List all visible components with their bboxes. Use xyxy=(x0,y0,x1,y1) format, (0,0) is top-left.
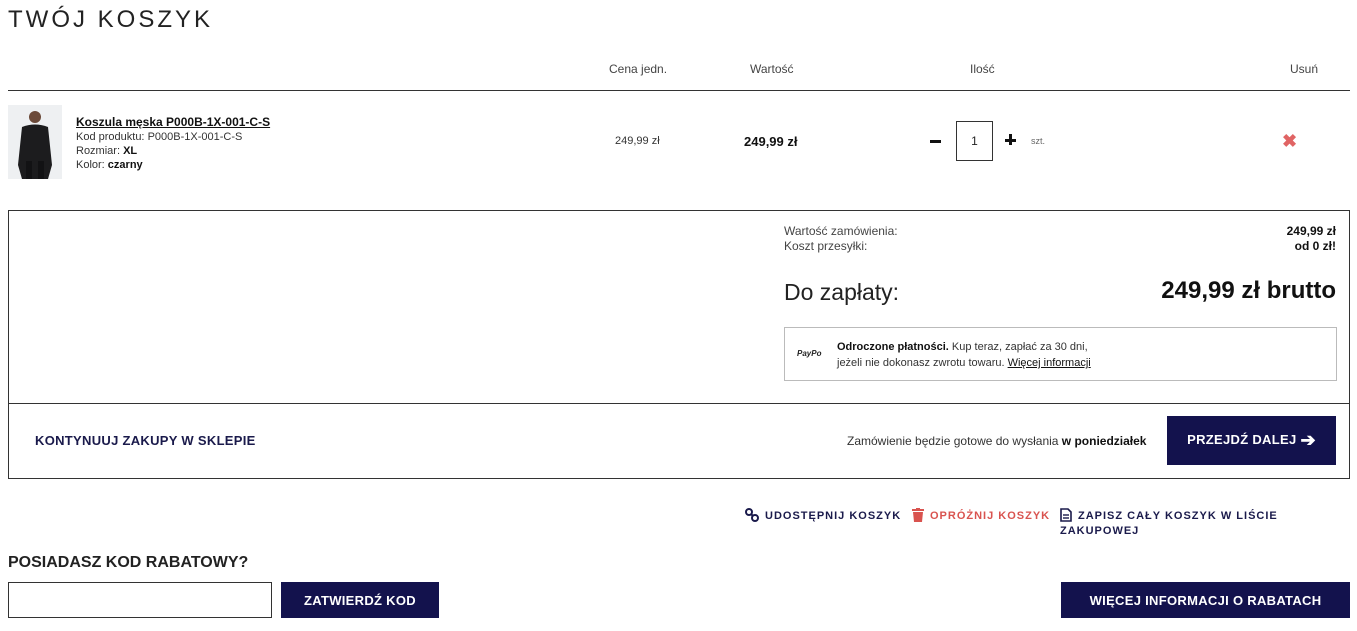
cart-table-header: Cena jedn. Wartość Ilość Usuń xyxy=(8,52,1350,91)
empty-cart-button[interactable]: OPRÓŻNIJ KOSZYK xyxy=(912,508,1050,525)
save-cart-button[interactable]: ZAPISZ CAŁY KOSZYK W LIŚCIE ZAKUPOWEJ xyxy=(1060,508,1357,537)
quantity-unit: szt. xyxy=(1031,136,1046,146)
header-unit-price: Cena jedn. xyxy=(609,62,668,76)
product-code: Kod produktu: P000B-1X-001-C-S xyxy=(76,131,243,143)
arrow-right-icon: ➔ xyxy=(1300,430,1316,450)
paypo-banner: PayPo Odroczone płatności. Kup teraz, za… xyxy=(784,327,1337,381)
product-size: Rozmiar: XL xyxy=(76,145,138,157)
product-thumbnail[interactable] xyxy=(8,105,62,179)
proceed-button[interactable]: PRZEJDŹ DALEJ ➔ xyxy=(1167,416,1336,465)
summary-values: 249,99 zł od 0 zł! xyxy=(1287,224,1336,254)
share-cart-button[interactable]: UDOSTĘPNIJ KOSZYK xyxy=(745,508,901,525)
item-unit-price: 249,99 zł xyxy=(615,135,660,147)
quantity-decrease-button[interactable] xyxy=(929,128,943,154)
discount-code-input[interactable] xyxy=(8,582,272,618)
trash-icon xyxy=(912,508,924,525)
header-quantity: Ilość xyxy=(970,62,995,76)
cart-item-row: Koszula męska P000B-1X-001-C-S Kod produ… xyxy=(8,92,1350,192)
shipping-ready-info: Zamówienie będzie gotowe do wysłania w p… xyxy=(847,434,1147,448)
link-icon xyxy=(745,508,759,525)
paypo-logo: PayPo xyxy=(797,349,822,358)
continue-shopping-link[interactable]: KONTYNUUJ ZAKUPY W SKLEPIE xyxy=(35,433,256,448)
header-remove: Usuń xyxy=(1290,62,1319,76)
shipping-value: od 0 zł! xyxy=(1294,239,1336,253)
summary-labels: Wartość zamówienia: Koszt przesyłki: xyxy=(784,224,898,254)
to-pay-label: Do zapłaty: xyxy=(784,279,900,305)
paypo-text: Odroczone płatności. Kup teraz, zapłać z… xyxy=(837,341,1091,369)
paypo-more-info-link[interactable]: Więcej informacji xyxy=(1008,357,1091,369)
item-value: 249,99 zł xyxy=(744,134,798,149)
order-summary: Wartość zamówienia: Koszt przesyłki: 249… xyxy=(8,210,1350,479)
quantity-increase-button[interactable] xyxy=(1005,134,1017,146)
discount-title: POSIADASZ KOD RABATOWY? xyxy=(8,554,249,571)
divider xyxy=(9,403,1349,404)
shipping-label: Koszt przesyłki: xyxy=(784,239,868,253)
order-value-label: Wartość zamówienia: xyxy=(784,224,898,238)
remove-item-button[interactable]: ✖ xyxy=(1282,132,1297,150)
document-icon xyxy=(1060,508,1072,525)
apply-discount-button[interactable]: ZATWIERDŹ KOD xyxy=(281,582,439,618)
close-icon: ✖ xyxy=(1282,131,1298,151)
product-name-link[interactable]: Koszula męska P000B-1X-001-C-S xyxy=(76,115,270,129)
to-pay-total: 249,99 zł brutto xyxy=(1161,277,1336,304)
product-info: Koszula męska P000B-1X-001-C-S Kod produ… xyxy=(76,115,270,172)
page-title: TWÓJ KOSZYK xyxy=(8,6,214,33)
discount-info-button[interactable]: WIĘCEJ INFORMACJI O RABATACH xyxy=(1061,582,1350,618)
quantity-input[interactable] xyxy=(956,121,993,161)
header-value: Wartość xyxy=(750,62,794,76)
order-value: 249,99 zł xyxy=(1286,224,1336,238)
product-color: Kolor: czarny xyxy=(76,159,143,171)
